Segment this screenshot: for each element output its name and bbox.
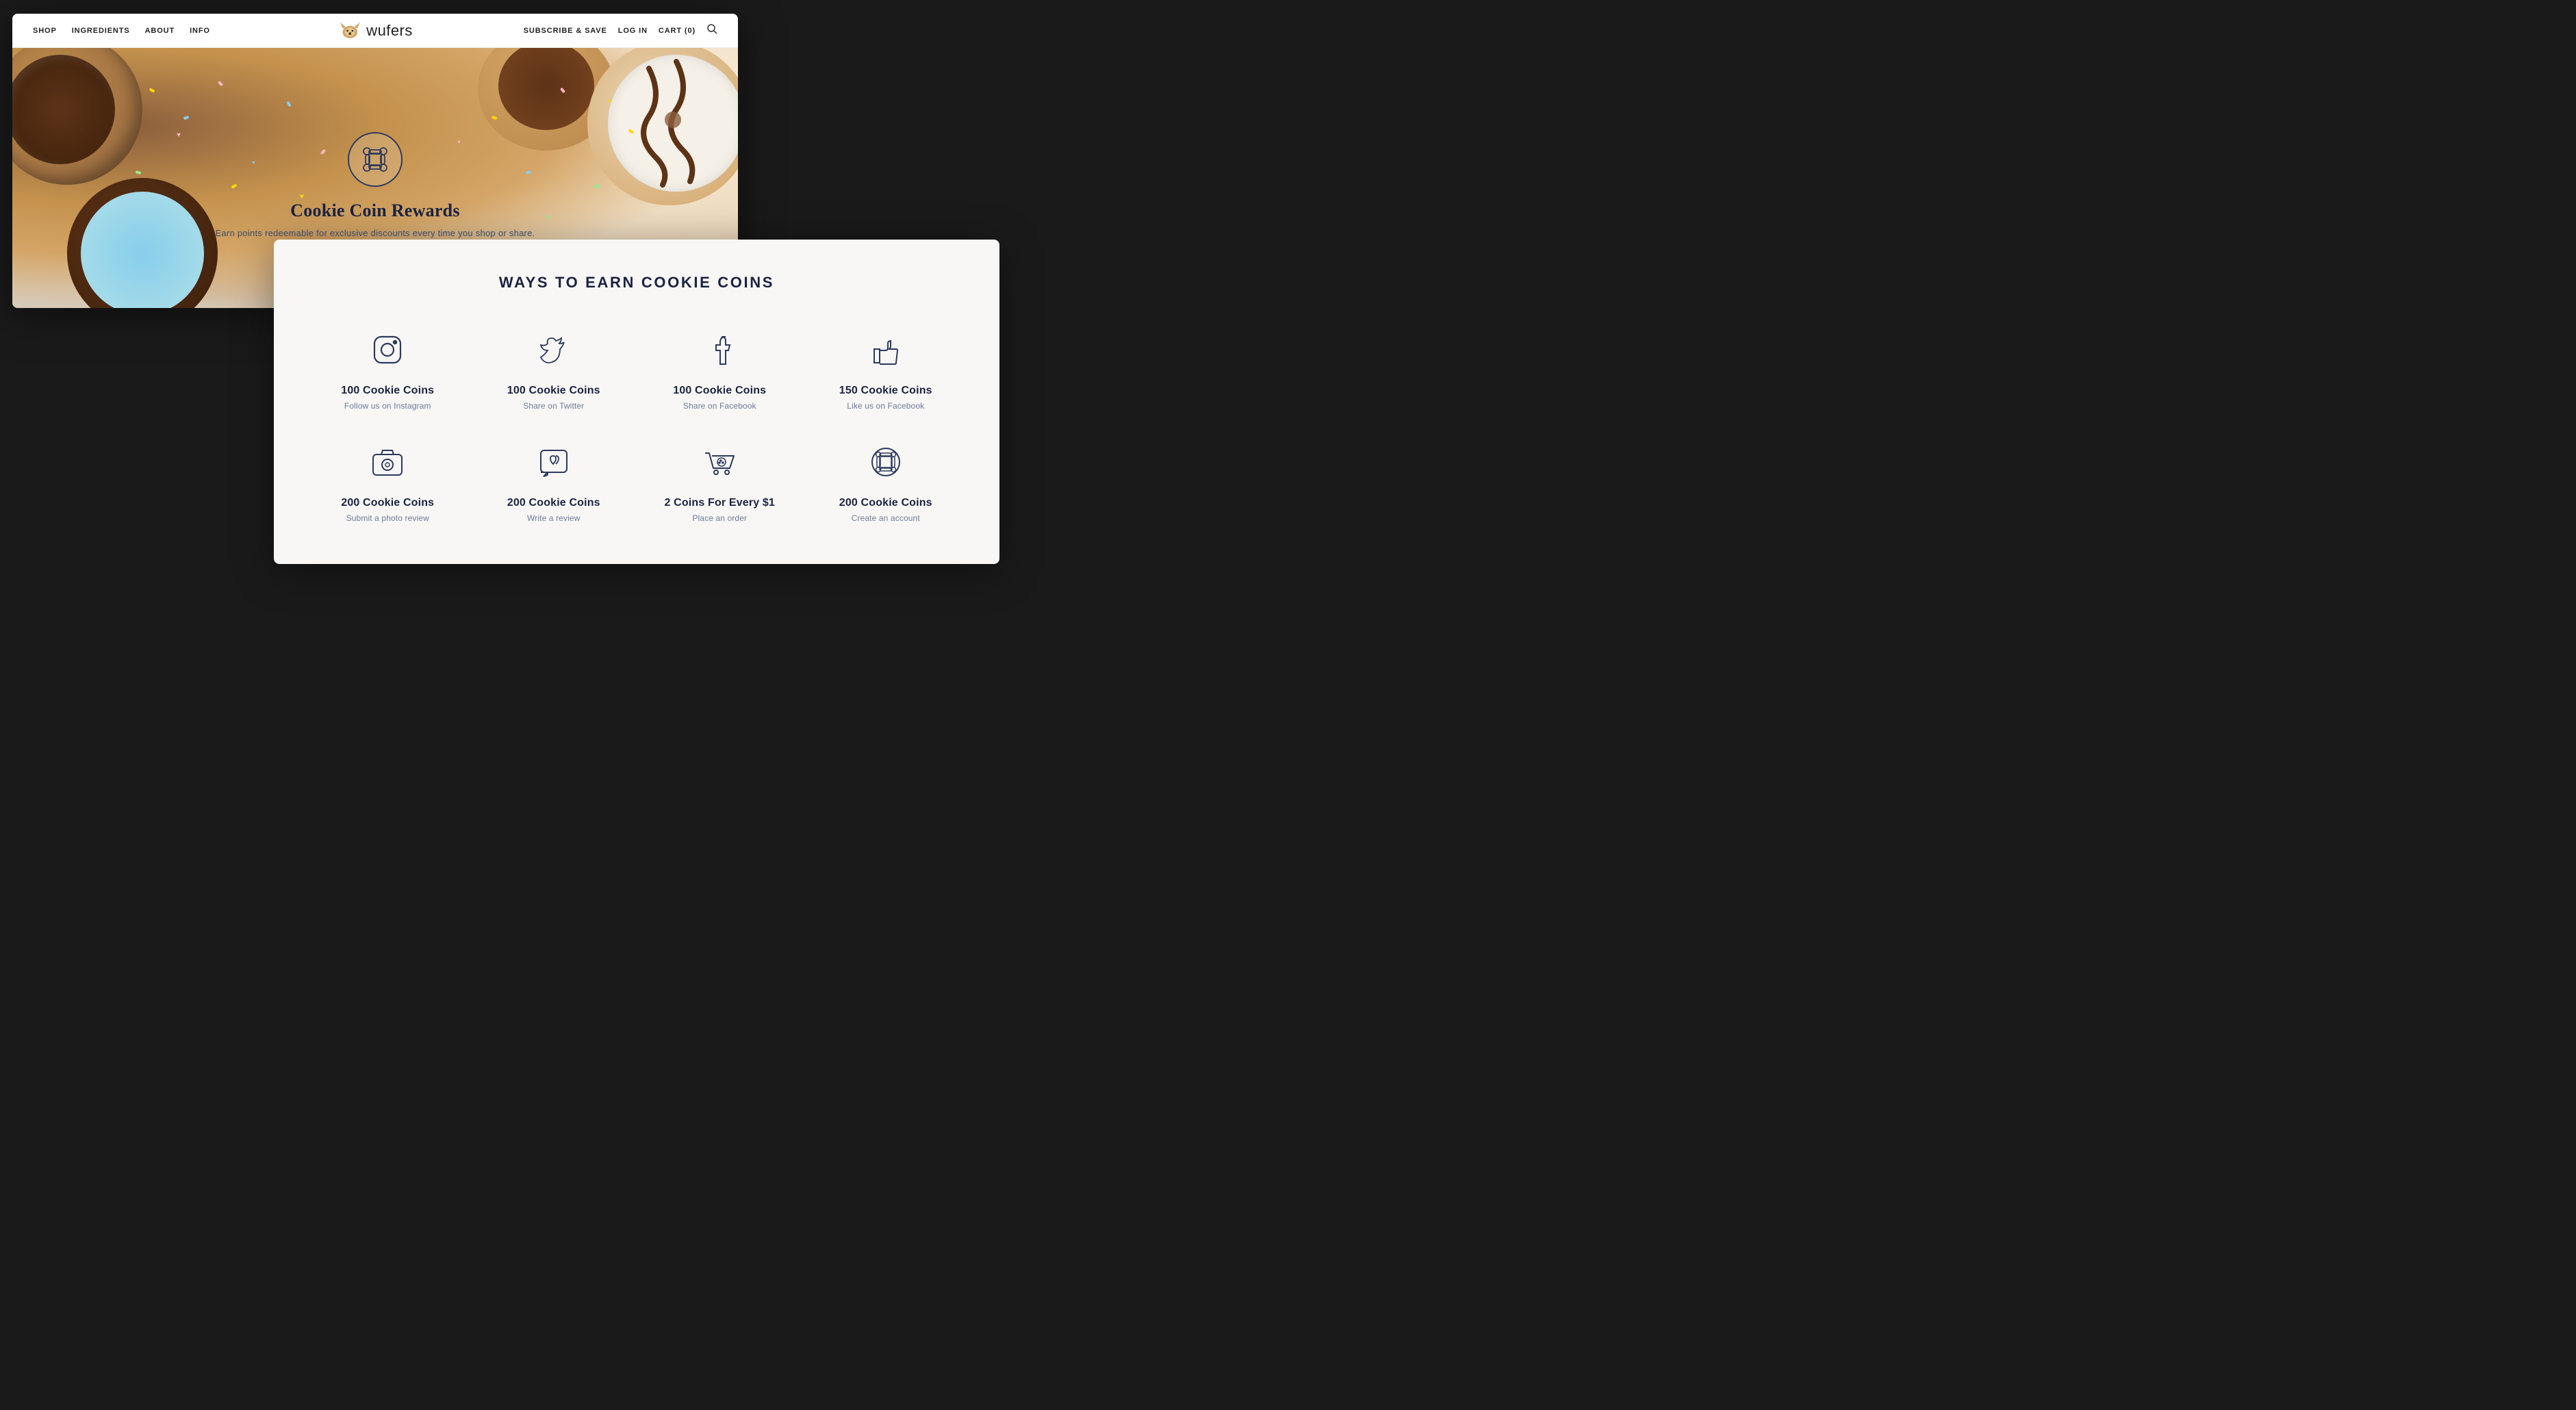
cookie-bone-icon xyxy=(348,132,403,187)
cart-icon xyxy=(696,438,743,486)
nav-login[interactable]: LOG IN xyxy=(618,27,648,35)
review-icon xyxy=(530,438,578,486)
reward-item-write-review: 200 Cookie Coins Write a review xyxy=(481,438,627,523)
nav-shop[interactable]: SHOP xyxy=(33,27,57,35)
site-logo[interactable]: wufers xyxy=(337,18,412,43)
reward-item-place-order: 2 Coins For Every $1 Place an order xyxy=(647,438,793,523)
rewards-grid: 100 Cookie Coins Follow us on Instagram … xyxy=(315,326,958,523)
twitter-coins: 100 Cookie Coins xyxy=(507,385,600,397)
facebook-share-label: Share on Facebook xyxy=(683,401,756,411)
nav-subscribe[interactable]: SUBSCRIBE & SAVE xyxy=(524,27,607,35)
write-review-coins: 200 Cookie Coins xyxy=(507,497,600,509)
photo-review-coins: 200 Cookie Coins xyxy=(341,497,434,509)
nav-ingredients[interactable]: INGREDIENTS xyxy=(72,27,130,35)
photo-review-label: Submit a photo review xyxy=(346,513,429,523)
reward-item-create-account: 200 Cookie Coins Create an account xyxy=(813,438,959,523)
rewards-panel: WAYS TO EARN COOKIE COINS 100 Cookie Coi… xyxy=(274,240,999,564)
reward-item-twitter: 100 Cookie Coins Share on Twitter xyxy=(481,326,627,411)
hero-subtitle: Earn points redeemable for exclusive dis… xyxy=(215,228,535,238)
reward-item-instagram: 100 Cookie Coins Follow us on Instagram xyxy=(315,326,461,411)
nav-info[interactable]: INFO xyxy=(190,27,210,35)
drizzle-decoration xyxy=(608,55,738,192)
instagram-coins: 100 Cookie Coins xyxy=(341,385,434,397)
facebook-share-coins: 100 Cookie Coins xyxy=(673,385,766,397)
create-account-coins: 200 Cookie Coins xyxy=(839,497,932,509)
facebook-icon xyxy=(696,326,743,374)
navigation: SHOP INGREDIENTS ABOUT INFO wufers xyxy=(12,14,738,48)
place-order-coins: 2 Coins For Every $1 xyxy=(665,497,776,509)
cookie-decoration-3 xyxy=(587,48,738,205)
reward-item-facebook-like: 150 Cookie Coins Like us on Facebook xyxy=(813,326,959,411)
search-icon[interactable] xyxy=(706,23,717,38)
hero-title: Cookie Coin Rewards xyxy=(215,201,535,221)
reward-item-photo-review: 200 Cookie Coins Submit a photo review xyxy=(315,438,461,523)
thumbsup-icon xyxy=(862,326,910,374)
write-review-label: Write a review xyxy=(527,513,580,523)
nav-links-right: SUBSCRIBE & SAVE LOG IN CART (0) xyxy=(524,23,717,38)
twitter-label: Share on Twitter xyxy=(523,401,584,411)
camera-icon xyxy=(364,438,411,486)
facebook-like-label: Like us on Facebook xyxy=(847,401,924,411)
facebook-like-coins: 150 Cookie Coins xyxy=(839,385,932,397)
rewards-section-title: WAYS TO EARN COOKIE COINS xyxy=(315,274,958,292)
dog-logo-icon xyxy=(337,18,362,43)
twitter-icon xyxy=(530,326,578,374)
reward-item-facebook-share: 100 Cookie Coins Share on Facebook xyxy=(647,326,793,411)
create-account-label: Create an account xyxy=(852,513,920,523)
nav-links-left: SHOP INGREDIENTS ABOUT INFO xyxy=(33,27,210,35)
cookie-account-icon xyxy=(862,438,910,486)
instagram-icon xyxy=(364,326,411,374)
place-order-label: Place an order xyxy=(692,513,747,523)
logo-text: wufers xyxy=(366,22,412,40)
nav-cart[interactable]: CART (0) xyxy=(659,27,696,35)
cookie-3-inner xyxy=(608,55,738,192)
instagram-label: Follow us on Instagram xyxy=(344,401,431,411)
nav-about[interactable]: ABOUT xyxy=(145,27,175,35)
hero-content: Cookie Coin Rewards Earn points redeemab… xyxy=(215,132,535,238)
